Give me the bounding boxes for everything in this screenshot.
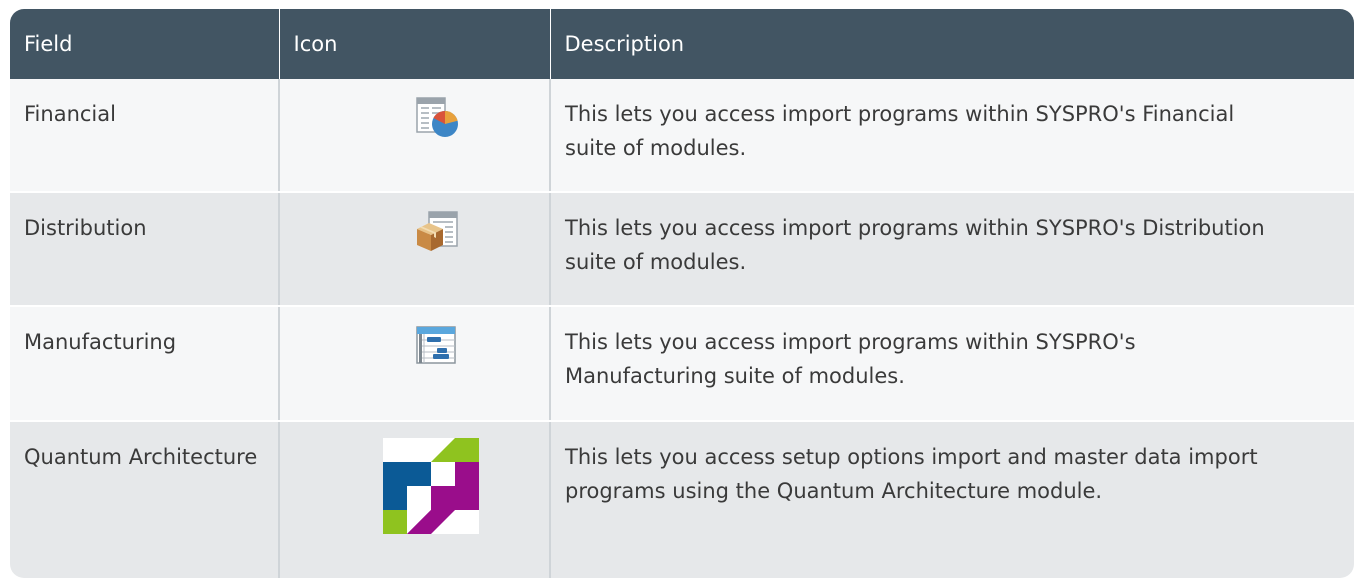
description-text: This lets you access import programs wit… — [565, 102, 1235, 160]
table-row: Manufacturing This lets you access impor… — [10, 306, 1354, 422]
icon-cell — [279, 306, 551, 422]
financial-report-pie-icon — [415, 95, 459, 139]
field-label: Distribution — [24, 216, 147, 240]
field-label: Quantum Architecture — [24, 445, 258, 469]
table-row: Distribution This lets you access import… — [10, 192, 1354, 307]
description-text: This lets you access import programs wit… — [565, 216, 1265, 274]
fields-table: Field Icon Description Financial This le… — [10, 9, 1354, 578]
description-text: This lets you access setup options impor… — [565, 445, 1258, 503]
quantum-architecture-logo-icon — [382, 438, 479, 534]
table-header-row: Field Icon Description — [10, 9, 1354, 79]
field-cell: Quantum Architecture — [10, 421, 280, 578]
description-cell: This lets you access import programs wit… — [550, 79, 1354, 193]
field-cell: Manufacturing — [10, 306, 280, 422]
table-row: Quantum Architecture This lets you acces… — [10, 421, 1354, 578]
field-cell: Distribution — [10, 192, 280, 307]
description-cell: This lets you access import programs wit… — [550, 306, 1354, 422]
description-cell: This lets you access setup options impor… — [550, 421, 1354, 578]
distribution-box-icon — [415, 209, 459, 253]
table-row: Financial This lets you access import pr… — [10, 79, 1354, 193]
header-icon: Icon — [279, 9, 551, 79]
fields-table-container: Field Icon Description Financial This le… — [10, 9, 1354, 578]
icon-cell — [279, 421, 551, 578]
field-label: Financial — [24, 102, 116, 126]
manufacturing-gantt-icon — [415, 323, 459, 367]
field-cell: Financial — [10, 79, 280, 193]
description-text: This lets you access import programs wit… — [565, 330, 1136, 388]
description-cell: This lets you access import programs wit… — [550, 192, 1354, 307]
icon-cell — [279, 192, 551, 307]
header-field: Field — [10, 9, 280, 79]
field-label: Manufacturing — [24, 330, 177, 354]
header-description: Description — [550, 9, 1354, 79]
icon-cell — [279, 79, 551, 193]
